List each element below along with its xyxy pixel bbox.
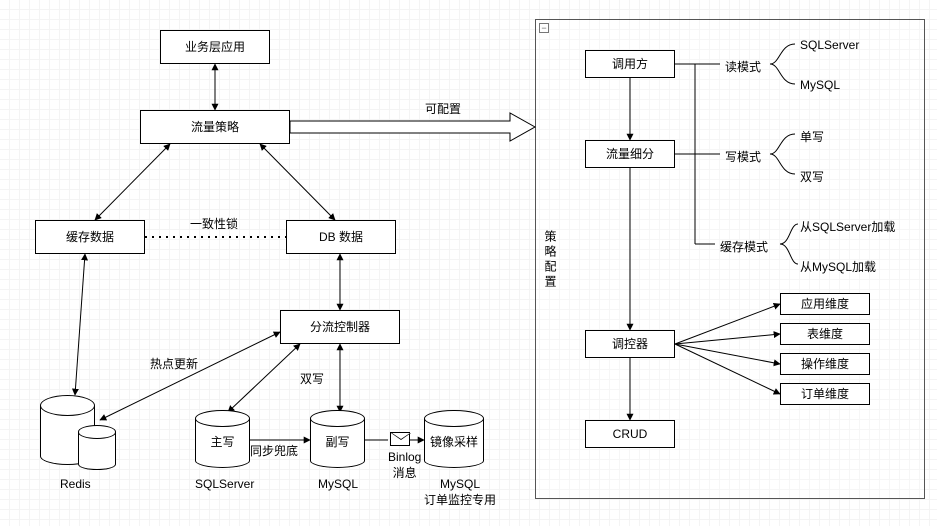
caption-redis: Redis [60,477,91,491]
cylinder-mirror: 镜像采样 [424,410,484,468]
label-sync-fallback: 同步兜底 [250,442,298,459]
panel-collapse-icon[interactable]: − [539,23,549,33]
node-dim-table: 表维度 [780,323,870,345]
label-configurable: 可配置 [425,100,461,117]
node-db-data: DB 数据 [286,220,396,254]
cylinder-mirror-label: 镜像采样 [424,433,484,450]
label-binlog-msg: Binlog 消息 [388,450,421,481]
cylinder-sqlserver-label: 主写 [195,433,250,450]
node-controller: 调控器 [585,330,675,358]
caption-mysql: MySQL [318,477,358,491]
cylinder-mysql-label: 副写 [310,433,365,450]
panel-title: 策略配置 [542,230,559,290]
node-dim-app: 应用维度 [780,293,870,315]
node-business-app: 业务层应用 [160,30,270,64]
cylinder-sqlserver: 主写 [195,410,250,468]
label-dual-write: 双写 [300,370,324,387]
cylinder-redis-2 [78,425,116,470]
node-splitter: 分流控制器 [280,310,400,344]
envelope-icon [390,432,410,446]
node-dim-order: 订单维度 [780,383,870,405]
label-hot-update: 热点更新 [150,355,198,372]
label-consistency-lock: 一致性锁 [190,215,238,232]
caption-mirror: MySQL 订单监控专用 [420,477,500,508]
caption-sqlserver: SQLServer [195,477,254,491]
node-caller: 调用方 [585,50,675,78]
node-dim-op: 操作维度 [780,353,870,375]
node-traffic-detail: 流量细分 [585,140,675,168]
node-traffic-policy: 流量策略 [140,110,290,144]
cylinder-mysql: 副写 [310,410,365,468]
node-cache-data: 缓存数据 [35,220,145,254]
node-crud: CRUD [585,420,675,448]
